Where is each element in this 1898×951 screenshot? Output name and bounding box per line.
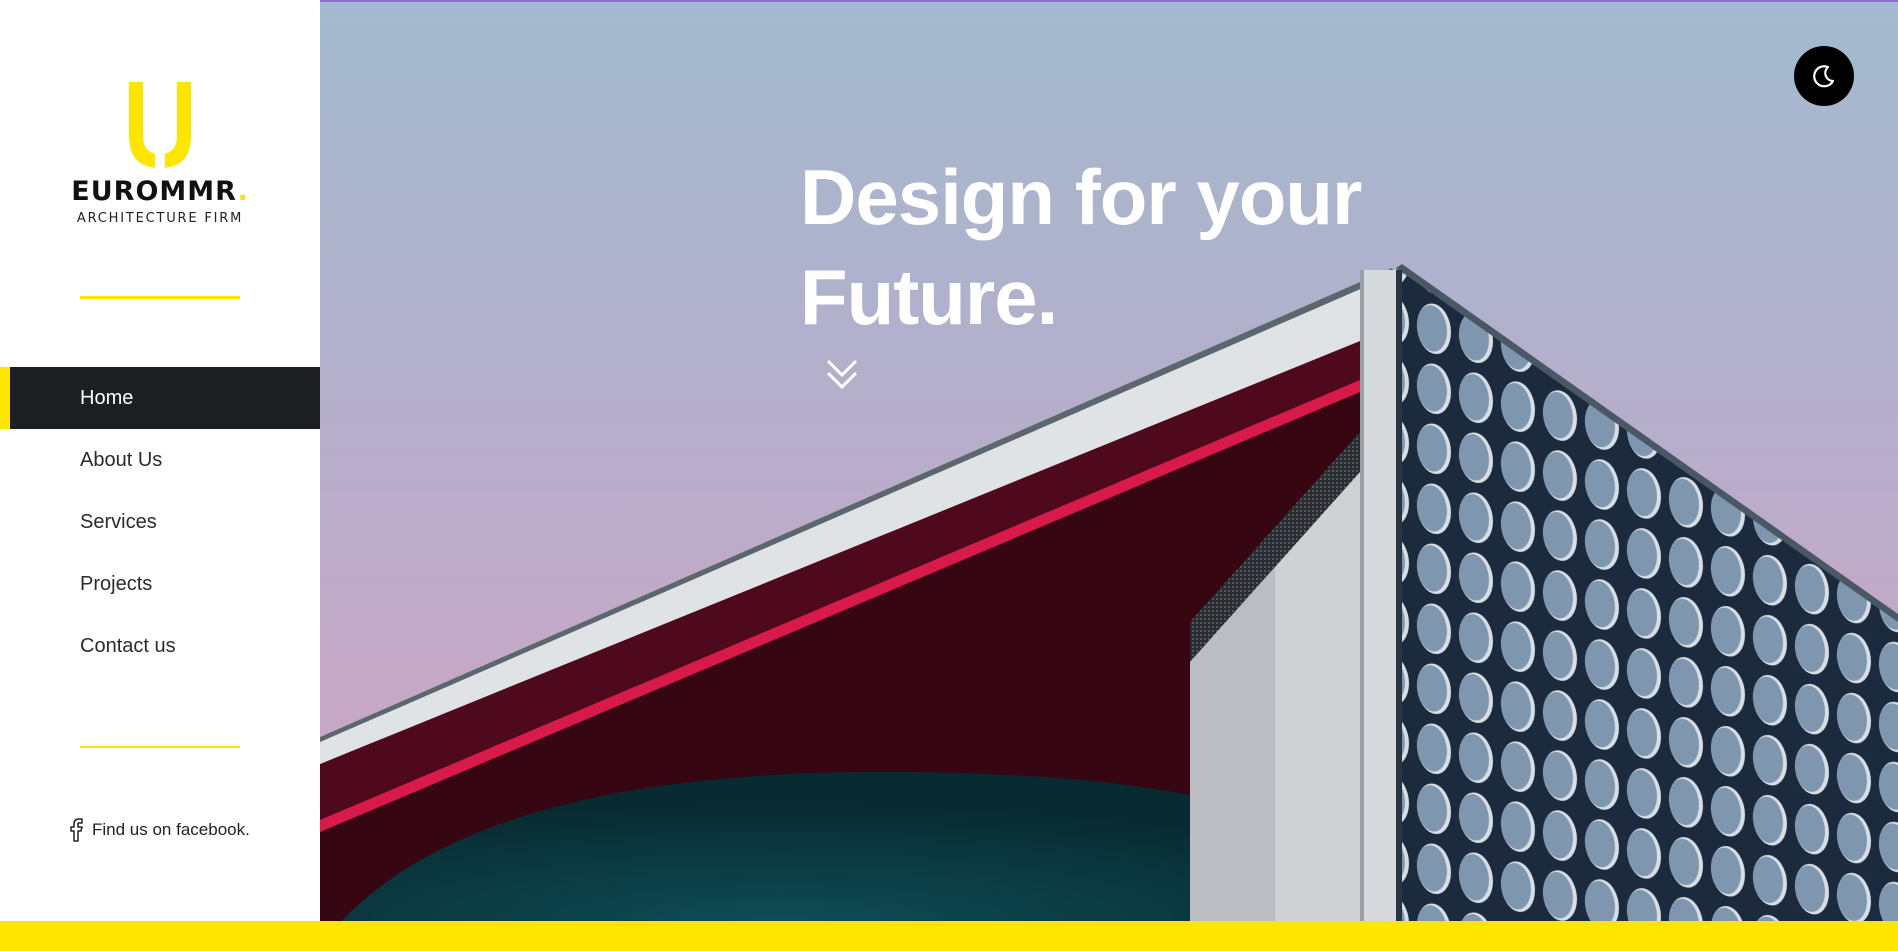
brand-name-text: EUROMMR	[71, 176, 238, 207]
nav-item-about-us[interactable]: About Us	[0, 429, 320, 491]
facebook-link[interactable]: Find us on facebook.	[68, 817, 250, 843]
chevron-double-down-icon	[826, 359, 858, 390]
moon-icon	[1813, 65, 1835, 88]
brand-dot: .	[237, 176, 249, 207]
hero-headline-line2: Future.	[800, 253, 1058, 341]
hero-building-image	[320, 2, 1898, 921]
hero-headline-line1: Design for your	[800, 153, 1362, 241]
main-nav: Home About Us Services Projects Contact …	[0, 367, 320, 677]
facebook-icon	[70, 818, 83, 842]
nav-item-home[interactable]: Home	[0, 367, 320, 429]
theme-toggle-button[interactable]	[1794, 46, 1854, 106]
u-logo-icon	[129, 82, 191, 170]
divider-top	[80, 296, 240, 299]
facebook-label: Find us on facebook.	[92, 820, 250, 839]
hero-section: Design for your Future.	[320, 0, 1898, 921]
nav-item-projects[interactable]: Projects	[0, 553, 320, 615]
hero-headline: Design for your Future.	[800, 147, 1500, 347]
brand-name: EUROMMR.	[0, 178, 320, 205]
divider-bottom	[80, 746, 240, 748]
nav-item-services[interactable]: Services	[0, 491, 320, 553]
nav-item-contact-us[interactable]: Contact us	[0, 615, 320, 677]
footer-accent-bar	[0, 921, 1898, 951]
scroll-down-button[interactable]	[824, 357, 860, 398]
sidebar: EUROMMR. ARCHITECTURE FIRM Home About Us…	[0, 0, 320, 921]
logo[interactable]: EUROMMR. ARCHITECTURE FIRM	[0, 78, 320, 226]
brand-tagline: ARCHITECTURE FIRM	[76, 211, 244, 226]
